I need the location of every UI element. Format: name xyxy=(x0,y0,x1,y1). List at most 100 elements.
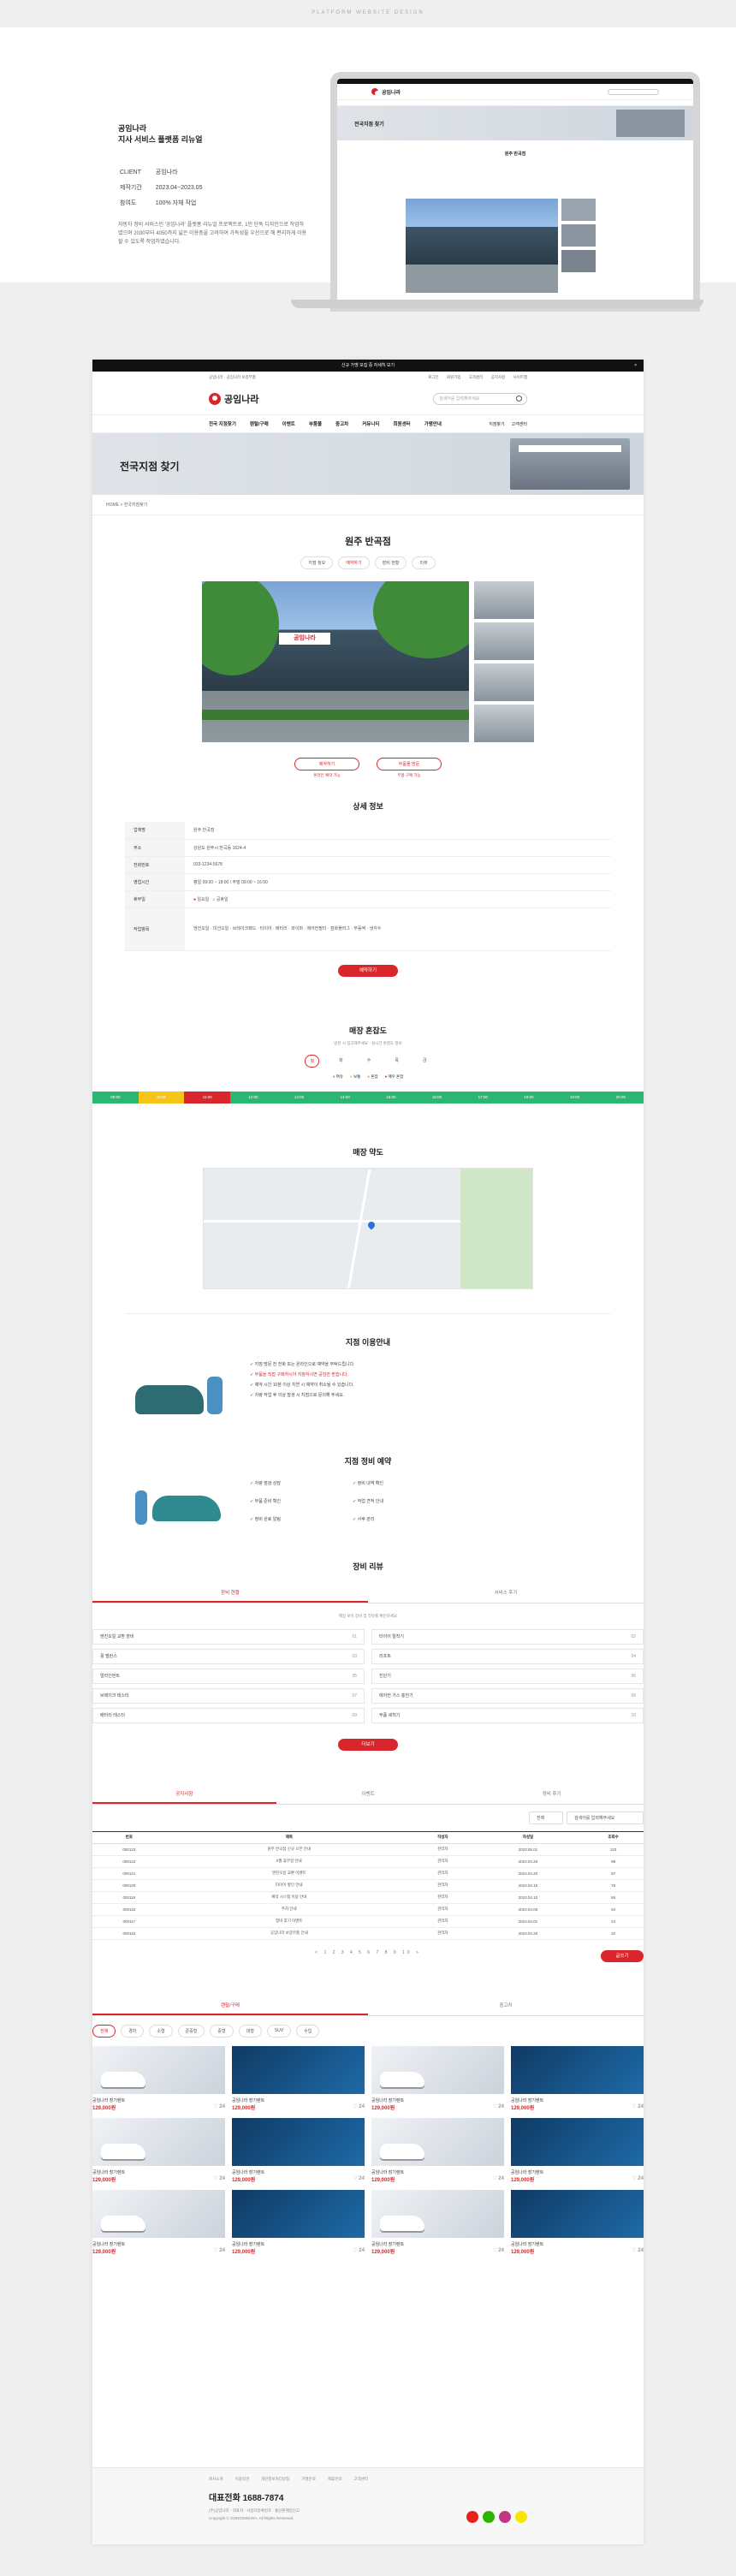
instagram-icon[interactable] xyxy=(499,2511,511,2523)
equip-item[interactable]: 진단기 06 xyxy=(371,1668,644,1684)
table-row[interactable]: 000118 주차 안내 관리자 2023.04.05 54 xyxy=(92,1903,644,1916)
footer-link[interactable]: 가맹문의 xyxy=(301,2477,316,2482)
nav-franchise[interactable]: 가맹안내 xyxy=(424,420,442,427)
product-image[interactable] xyxy=(92,2189,225,2238)
like-icon[interactable]: ♡ 24 xyxy=(213,2247,225,2253)
filter-chip[interactable]: SUV xyxy=(266,2024,292,2038)
equip-item[interactable]: 부품 세척기 10 xyxy=(371,1707,644,1723)
reserve-cta-button[interactable]: 예약하기 xyxy=(338,964,398,977)
equip-item[interactable]: 휠 밸런스 03 xyxy=(92,1648,365,1664)
footer-link[interactable]: 이용약관 xyxy=(235,2477,250,2482)
product-image[interactable] xyxy=(92,2045,225,2094)
tab-info[interactable]: 지점 정보 xyxy=(300,556,334,569)
product-card[interactable]: 공임나라 장기렌트 129,000원 ♡ 24 xyxy=(92,2117,225,2183)
product-image[interactable] xyxy=(371,2117,504,2166)
product-image[interactable] xyxy=(511,2189,644,2238)
equip-item[interactable]: 리프트 04 xyxy=(371,1648,644,1664)
thumbnail[interactable] xyxy=(474,705,534,742)
filter-chip[interactable]: 소형 xyxy=(149,2024,173,2038)
tab-equip-status[interactable]: 장비 현황 xyxy=(92,1584,368,1603)
like-icon[interactable]: ♡ 24 xyxy=(632,2247,644,2253)
board-filter-select[interactable]: 전체 xyxy=(529,1811,563,1824)
nav-community[interactable]: 커뮤니티 xyxy=(362,420,379,427)
product-image[interactable] xyxy=(511,2117,644,2166)
equip-item[interactable]: 얼라인먼트 05 xyxy=(92,1668,365,1684)
site-logo[interactable]: 공임나라 xyxy=(209,392,258,406)
tab-review-board[interactable]: 정비 후기 xyxy=(460,1785,644,1804)
footer-link[interactable]: 회사소개 xyxy=(209,2477,223,2482)
like-icon[interactable]: ♡ 24 xyxy=(632,2175,644,2181)
reserve-button[interactable]: 예약하기 xyxy=(294,758,359,770)
nav-branch[interactable]: 전국 지점찾기 xyxy=(209,420,236,427)
product-image[interactable] xyxy=(232,2045,365,2094)
product-card[interactable]: 공임나라 장기렌트 129,000원 ♡ 24 xyxy=(232,2045,365,2111)
tab-service-review[interactable]: 서비스 후기 xyxy=(368,1584,644,1603)
close-icon[interactable]: × xyxy=(634,360,637,372)
equip-more-button[interactable]: 더보기 xyxy=(338,1738,398,1751)
cell-title[interactable]: 5월 휴무일 안내 xyxy=(165,1855,413,1868)
main-photo[interactable]: 공임나라 xyxy=(202,581,469,742)
tab-notice[interactable]: 공지사항 xyxy=(92,1785,276,1804)
cell-title[interactable]: 정비 후기 이벤트 xyxy=(165,1915,413,1928)
day-button[interactable]: 화 xyxy=(335,1055,347,1068)
equip-item[interactable]: 타이어 탈착기 02 xyxy=(371,1628,644,1645)
equip-item[interactable]: 에어컨 가스 충전기 08 xyxy=(371,1687,644,1704)
pagination[interactable]: < 1 2 3 4 5 6 7 8 9 10 > xyxy=(92,1950,644,1955)
like-icon[interactable]: ♡ 24 xyxy=(213,2175,225,2181)
holiday-radio[interactable]: 일요일 xyxy=(197,897,209,902)
footer-link[interactable]: 제휴문의 xyxy=(328,2477,342,2482)
table-row[interactable]: 000122 5월 휴무일 안내 관리자 2023.04.28 98 xyxy=(92,1855,644,1868)
product-card[interactable]: 공임나라 장기렌트 129,000원 ♡ 24 xyxy=(511,2117,644,2183)
cell-title[interactable]: 원주 반곡점 신규 오픈 안내 xyxy=(165,1843,413,1856)
tab-review[interactable]: 리뷰 xyxy=(412,556,436,569)
day-button[interactable]: 수 xyxy=(363,1055,376,1068)
cell-title[interactable]: 엔진오일 교환 이벤트 xyxy=(165,1867,413,1880)
nav-parts[interactable]: 부품몰 xyxy=(309,420,322,427)
footer-link[interactable]: 개인정보처리방침 xyxy=(261,2477,289,2482)
tab-equip[interactable]: 장비 현황 xyxy=(374,556,407,569)
nav-rental[interactable]: 렌탈/구매 xyxy=(250,420,269,427)
like-icon[interactable]: ♡ 24 xyxy=(632,2103,644,2109)
sitemap-link[interactable]: 사이트맵 xyxy=(513,375,527,379)
login-link[interactable]: 로그인 xyxy=(428,375,438,379)
product-card[interactable]: 공임나라 장기렌트 129,000원 ♡ 24 xyxy=(371,2189,504,2255)
like-icon[interactable]: ♡ 24 xyxy=(492,2175,504,2181)
nav-member[interactable]: 회원센터 xyxy=(393,420,410,427)
nav-event[interactable]: 이벤트 xyxy=(282,420,295,427)
like-icon[interactable]: ♡ 24 xyxy=(492,2247,504,2253)
filter-chip[interactable]: 준중형 xyxy=(177,2024,205,2038)
equip-item[interactable]: 배터리 테스터 09 xyxy=(92,1707,365,1723)
like-icon[interactable]: ♡ 24 xyxy=(353,2103,365,2109)
product-card[interactable]: 공임나라 장기렌트 129,000원 ♡ 24 xyxy=(371,2045,504,2111)
footer-link[interactable]: 고객센터 xyxy=(353,2477,368,2482)
product-image[interactable] xyxy=(511,2045,644,2094)
cell-title[interactable]: 공임나라 보증부품 안내 xyxy=(165,1927,413,1940)
search-icon[interactable] xyxy=(516,396,522,402)
thumbnail[interactable] xyxy=(474,663,534,701)
tab-usedcar[interactable]: 중고차 xyxy=(368,1996,644,2015)
filter-chip[interactable]: 전체 xyxy=(92,2024,116,2038)
board-search-input[interactable]: 검색어를 입력해주세요 xyxy=(567,1811,644,1824)
product-image[interactable] xyxy=(232,2189,365,2238)
product-image[interactable] xyxy=(92,2117,225,2166)
util-left[interactable]: 공임나라 · 공임나라 보증부품 xyxy=(209,375,256,380)
day-button[interactable]: 금 xyxy=(418,1055,431,1068)
holiday-radio[interactable]: 공휴일 xyxy=(217,897,229,902)
product-image[interactable] xyxy=(371,2045,504,2094)
table-row[interactable]: 000120 타이어 할인 안내 관리자 2023.04.15 76 xyxy=(92,1879,644,1892)
blog-icon[interactable] xyxy=(483,2511,495,2523)
filter-chip[interactable]: 대형 xyxy=(238,2024,262,2038)
table-row[interactable]: 000123 원주 반곡점 신규 오픈 안내 관리자 2023.05.01 123 xyxy=(92,1843,644,1856)
youtube-icon[interactable] xyxy=(466,2511,478,2523)
cell-title[interactable]: 주차 안내 xyxy=(165,1903,413,1916)
product-card[interactable]: 공임나라 장기렌트 129,000원 ♡ 24 xyxy=(511,2189,644,2255)
nav-find-branch[interactable]: 지점찾기 xyxy=(489,421,504,427)
search-input[interactable]: 검색어를 입력해주세요 xyxy=(433,393,527,405)
product-card[interactable]: 공임나라 장기렌트 129,000원 ♡ 24 xyxy=(511,2045,644,2111)
tab-reserve[interactable]: 예약하기 xyxy=(338,556,370,569)
thumbnail[interactable] xyxy=(474,581,534,619)
cs-link[interactable]: 고객센터 xyxy=(469,375,484,379)
cell-title[interactable]: 타이어 할인 안내 xyxy=(165,1879,413,1892)
table-row[interactable]: 000119 예약 시스템 이용 안내 관리자 2023.04.10 65 xyxy=(92,1891,644,1904)
product-card[interactable]: 공임나라 장기렌트 129,000원 ♡ 24 xyxy=(92,2045,225,2111)
